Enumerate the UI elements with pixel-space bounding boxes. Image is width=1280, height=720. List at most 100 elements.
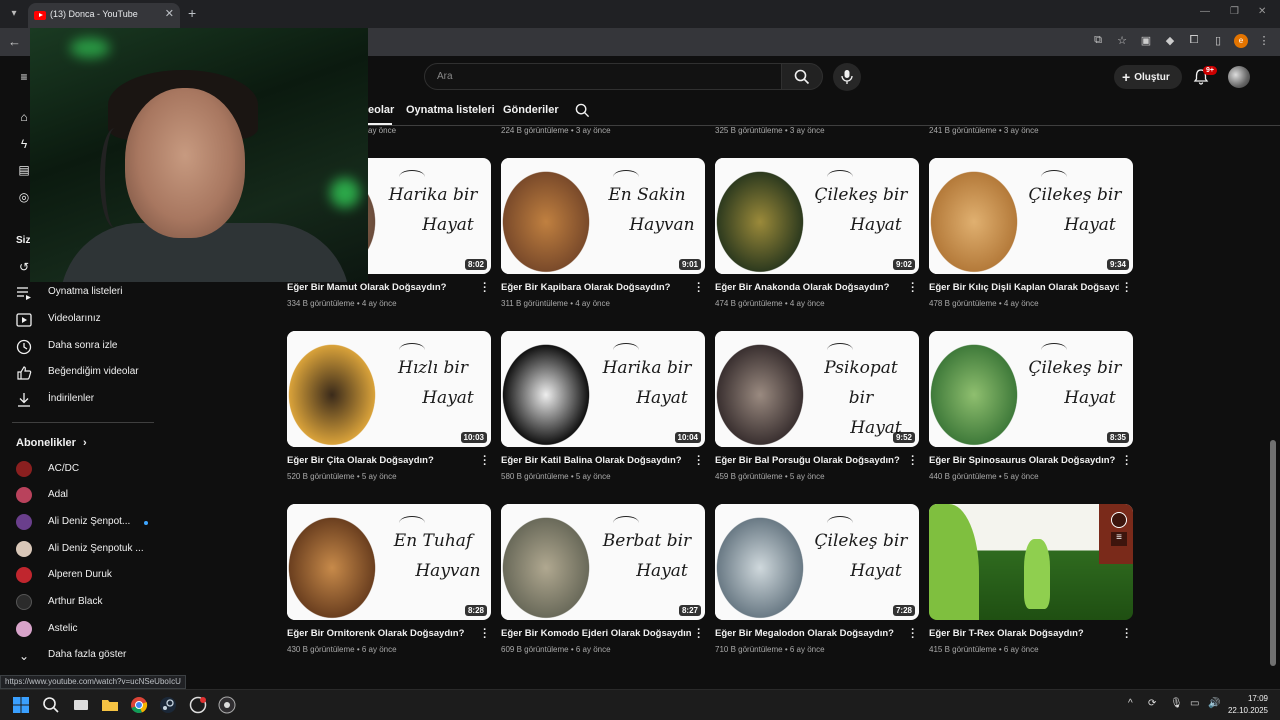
video-thumbnail[interactable]: Psikopat bir Hayat 9:52 (715, 331, 919, 447)
sidebar-item-playlists[interactable]: Oynatma listeleri (16, 284, 166, 302)
video-title[interactable]: Eğer Bir T-Rex Olarak Doğsaydın? (929, 628, 1119, 639)
more-options-icon[interactable]: · · · (696, 279, 702, 298)
show-more-button[interactable]: ⌄ Daha fazla göster (16, 647, 166, 665)
subscription-item[interactable]: Arthur Black (16, 594, 166, 612)
channel-avatar (16, 514, 32, 530)
tray-chevron-icon[interactable]: ^ (1128, 698, 1133, 709)
video-thumbnail[interactable]: Çilekeş bir Hayat 9:02 (715, 158, 919, 274)
channel-search-icon[interactable] (575, 103, 590, 118)
video-title[interactable]: Eğer Bir Komodo Ejderi Olarak Doğsaydın? (501, 628, 691, 639)
add-to-queue-icon[interactable]: ≡ (1111, 532, 1127, 546)
video-thumbnail[interactable]: Hızlı bir Hayat 10:03 (287, 331, 491, 447)
steam-icon[interactable] (159, 696, 177, 714)
sidepanel-icon[interactable]: ▯ (1210, 34, 1226, 48)
video-title[interactable]: Eğer Bir Kapibara Olarak Doğsaydın? (501, 282, 691, 293)
video-thumbnail[interactable]: Çilekeş bir Hayat 9:34 (929, 158, 1133, 274)
extensions-puzzle-icon[interactable]: ⧠ (1186, 34, 1202, 48)
chrome-icon[interactable] (130, 696, 148, 714)
task-view-icon[interactable] (72, 696, 90, 714)
subscription-item[interactable]: Astelic (16, 621, 166, 639)
more-options-icon[interactable]: · · · (1124, 452, 1130, 471)
create-button[interactable]: + Oluştur (1114, 65, 1182, 89)
sidebar-item-liked-videos[interactable]: Beğendiğim videolar (16, 364, 166, 382)
youtube-favicon-icon (34, 11, 46, 20)
more-options-icon[interactable]: · · · (696, 452, 702, 471)
video-thumbnail[interactable]: Berbat bir Hayat 8:27 (501, 504, 705, 620)
subscription-item[interactable]: Ali Deniz Şenpot... (16, 514, 166, 532)
network-icon[interactable]: ▭ (1190, 698, 1199, 709)
window-close-icon[interactable]: ✕ (1258, 6, 1266, 17)
browser-tab[interactable]: (13) Donca - YouTube ✕ (28, 3, 180, 28)
tab-search-icon[interactable]: ▾ (6, 6, 22, 22)
install-app-icon[interactable]: ⧉ (1090, 34, 1106, 48)
bookmark-star-icon[interactable]: ☆ (1114, 34, 1130, 48)
voice-search-button[interactable] (833, 63, 861, 91)
more-options-icon[interactable]: · · · (482, 625, 488, 644)
video-thumbnail[interactable]: Çilekeş bir Hayat 8:35 (929, 331, 1133, 447)
video-thumbnail[interactable]: Çilekeş bir Hayat 7:28 (715, 504, 919, 620)
search-input[interactable]: Ara (424, 63, 782, 90)
browser-menu-icon[interactable]: ⋮ (1256, 34, 1272, 48)
subscription-item[interactable]: Ali Deniz Şenpotuk ... (16, 541, 166, 559)
clock-date: 22.10.2025 (1227, 706, 1268, 715)
video-title[interactable]: Eğer Bir Bal Porsuğu Olarak Doğsaydın? (715, 455, 905, 466)
sidebar-divider (12, 422, 154, 423)
tab-videos[interactable]: eolar (368, 104, 394, 116)
more-options-icon[interactable]: · · · (1124, 279, 1130, 298)
more-options-icon[interactable]: · · · (910, 279, 916, 298)
video-title[interactable]: Eğer Bir Spinosaurus Olarak Doğsaydın? (929, 455, 1119, 466)
search-icon[interactable] (42, 696, 60, 714)
more-options-icon[interactable]: · · · (910, 452, 916, 471)
subscriptions-heading[interactable]: Abonelikler › (16, 437, 87, 449)
video-thumbnail[interactable]: Harika bir Hayat 10:04 (501, 331, 705, 447)
video-thumbnail[interactable]: ≡ (929, 504, 1133, 620)
obs-icon[interactable] (218, 696, 236, 714)
system-clock[interactable]: 17:09 22.10.2025 (1228, 693, 1268, 717)
sidebar-item-watch-later[interactable]: Daha sonra izle (16, 338, 166, 356)
video-title[interactable]: Eğer Bir Kılıç Dişli Kaplan Olarak Doğsa… (929, 282, 1119, 293)
subscription-item[interactable]: Adal (16, 487, 166, 505)
video-title[interactable]: Eğer Bir Katil Balina Olarak Doğsaydın? (501, 455, 691, 466)
extension-icon[interactable]: ◆ (1162, 34, 1178, 48)
video-title[interactable]: Eğer Bir Megalodon Olarak Doğsaydın? (715, 628, 905, 639)
video-title[interactable]: Eğer Bir Çita Olarak Doğsaydın? (287, 455, 477, 466)
watch-later-icon[interactable] (1111, 512, 1127, 528)
search-button[interactable] (781, 63, 823, 90)
back-arrow-icon[interactable]: ← (8, 34, 21, 49)
windows-start-icon[interactable] (12, 696, 30, 714)
more-options-icon[interactable]: · · · (482, 452, 488, 471)
scrollbar[interactable] (1270, 440, 1276, 666)
video-thumbnail[interactable]: En Tuhaf Hayvan 8:28 (287, 504, 491, 620)
file-explorer-icon[interactable] (101, 696, 119, 714)
thumbnail-caption-line: Hayvan (415, 561, 481, 581)
account-avatar[interactable] (1228, 66, 1250, 88)
extension-icon[interactable]: ▣ (1138, 34, 1154, 48)
more-options-icon[interactable]: · · · (910, 625, 916, 644)
video-title[interactable]: Eğer Bir Ornitorenk Olarak Doğsaydın? (287, 628, 477, 639)
restore-icon[interactable]: ❐ (1230, 6, 1239, 17)
microphone-icon[interactable]: 🎙 (1170, 698, 1183, 709)
minimize-icon[interactable]: — (1200, 6, 1210, 17)
video-meta: 459 B görüntüleme • 5 ay önce (715, 472, 825, 481)
subscription-item[interactable]: Alperen Duruk (16, 567, 166, 585)
tab-posts[interactable]: Gönderiler (503, 104, 559, 116)
volume-icon[interactable]: 🔊 (1208, 698, 1220, 709)
notification-badge: 9+ (1203, 66, 1217, 75)
tab-close-icon[interactable]: ✕ (165, 7, 174, 20)
profile-avatar[interactable]: e (1234, 34, 1248, 48)
new-tab-icon[interactable]: + (188, 5, 196, 21)
video-title[interactable]: Eğer Bir Anakonda Olarak Doğsaydın? (715, 282, 905, 293)
app-icon[interactable] (189, 696, 207, 714)
tab-playlists[interactable]: Oynatma listeleri (406, 104, 495, 116)
sidebar-item-your-videos[interactable]: Videolarınız (16, 311, 166, 329)
more-options-icon[interactable]: · · · (696, 625, 702, 644)
create-label: Oluştur (1134, 72, 1170, 83)
more-options-icon[interactable]: · · · (1124, 625, 1130, 644)
sidebar-item-downloads[interactable]: İndirilenler (16, 391, 166, 409)
video-meta: ay önce (368, 126, 397, 135)
more-options-icon[interactable]: · · · (482, 279, 488, 298)
video-title[interactable]: Eğer Bir Mamut Olarak Doğsaydın? (287, 282, 477, 293)
video-thumbnail[interactable]: En Sakin Hayvan 9:01 (501, 158, 705, 274)
sync-icon[interactable]: ⟳ (1148, 698, 1156, 709)
subscription-item[interactable]: AC/DC (16, 461, 166, 479)
